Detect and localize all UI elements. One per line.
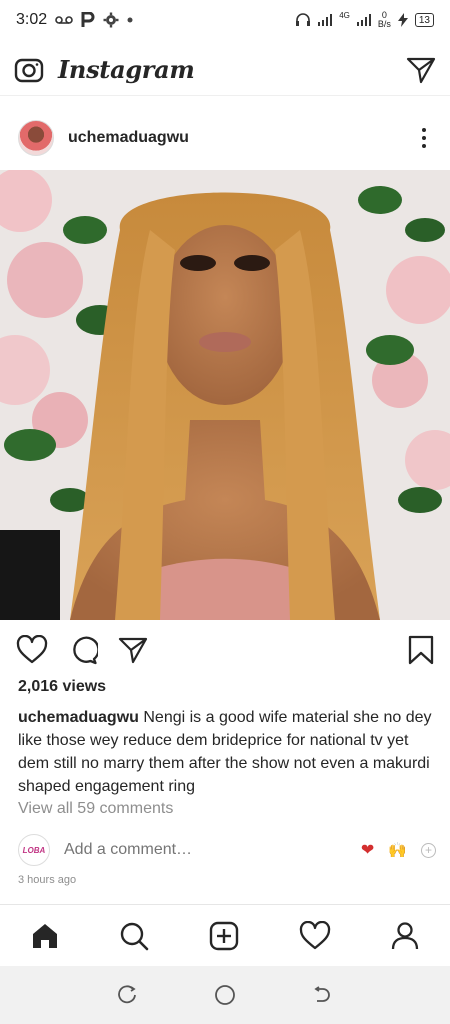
app-title: Instagram [58, 55, 195, 84]
view-all-comments-link[interactable]: View all 59 comments [18, 800, 173, 818]
raised-hands-reaction[interactable]: 🙌 [388, 841, 407, 859]
activity-heart-icon[interactable] [299, 920, 331, 951]
red-heart-reaction[interactable]: ❤ [361, 840, 374, 860]
battery-indicator: 13 [414, 13, 434, 27]
camera-icon[interactable] [14, 56, 44, 84]
add-post-icon[interactable] [209, 921, 239, 951]
signal-bars-icon [318, 14, 333, 26]
home-icon[interactable] [30, 921, 60, 951]
views-count[interactable]: 2,016 views [18, 678, 106, 696]
post-username[interactable]: uchemaduagwu [68, 129, 189, 147]
app-header: Instagram [0, 44, 450, 96]
post-timestamp: 3 hours ago [18, 874, 77, 886]
search-icon[interactable] [119, 921, 149, 951]
profile-icon[interactable] [390, 921, 420, 951]
charging-bolt-icon [397, 13, 408, 27]
status-left-icons [55, 12, 133, 28]
comment-icon[interactable] [68, 635, 98, 665]
quick-reactions: ❤ 🙌 + [361, 840, 436, 860]
more-vertical-icon[interactable] [416, 124, 432, 152]
system-navigation-bar [0, 966, 450, 1024]
notification-dot-icon [127, 17, 133, 23]
bottom-navigation [0, 904, 450, 966]
status-time: 3:02 [16, 11, 48, 28]
commenter-avatar: LOBA [18, 834, 50, 866]
recent-apps-icon[interactable] [118, 985, 138, 1005]
voicemail-icon [55, 16, 73, 24]
commenter-avatar-text: LOBA [22, 845, 46, 855]
share-icon[interactable] [118, 636, 148, 664]
status-bar: 3:02 4G 0 B/s 13 [0, 0, 450, 40]
send-icon[interactable] [406, 56, 436, 84]
avatar[interactable] [18, 120, 54, 156]
network-speed: 0 B/s [378, 11, 391, 29]
network-speed-unit: B/s [377, 19, 391, 29]
back-icon[interactable] [312, 985, 332, 1005]
caption-username[interactable]: uchemaduagwu [18, 709, 139, 726]
post-photo-image [0, 170, 450, 620]
headphones-icon [296, 13, 311, 26]
bookmark-icon[interactable] [408, 635, 434, 665]
comment-input[interactable] [64, 841, 334, 859]
signal-bars-icon-2 [356, 14, 371, 26]
network-type-badge: 4G [339, 10, 350, 20]
add-reaction-button[interactable]: + [421, 842, 436, 858]
post-caption: uchemaduagwu Nengi is a good wife materi… [18, 706, 436, 798]
status-right-icons: 4G 0 B/s 13 [295, 11, 434, 29]
parking-icon [81, 12, 95, 27]
post-actions [0, 628, 450, 672]
battery-level: 13 [418, 14, 430, 26]
post-photo[interactable] [0, 170, 450, 620]
home-button-icon[interactable] [214, 984, 236, 1006]
post-header: uchemaduagwu [0, 112, 450, 164]
add-comment-row: LOBA ❤ 🙌 + [18, 832, 436, 868]
heart-outline-icon[interactable] [16, 635, 48, 665]
settings-gear-icon [103, 12, 119, 28]
